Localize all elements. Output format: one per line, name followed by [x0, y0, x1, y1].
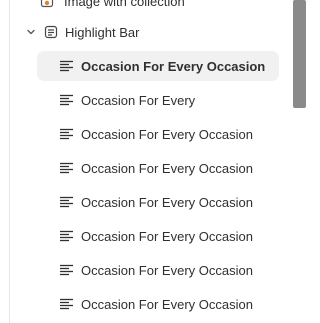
text-icon	[59, 298, 74, 310]
tree-item-text-block[interactable]: Occasion For Every Occasion	[37, 289, 279, 319]
text-icon	[59, 230, 74, 242]
scrollbar-track[interactable]	[292, 0, 307, 323]
tree-item-label: Occasion For Every Occasion	[81, 160, 253, 176]
tree-item-text-block[interactable]: Occasion For Every Occasion	[37, 255, 279, 285]
scrollbar-thumb[interactable]	[293, 0, 306, 108]
tree-item-text-block[interactable]: Occasion For Every	[37, 85, 279, 115]
tree-item-label: Occasion For Every Occasion	[81, 296, 253, 312]
tree-item-image-with-collection[interactable]: Image with collection	[40, 0, 185, 13]
text-icon	[59, 60, 74, 72]
tree-item-label: Occasion For Every Occasion	[81, 194, 253, 210]
tree-item-text-block[interactable]: Occasion For Every Occasion	[37, 51, 279, 81]
text-icon	[59, 196, 74, 208]
tree-item-text-block[interactable]: Occasion For Every Occasion	[37, 187, 279, 217]
text-icon	[59, 162, 74, 174]
text-icon	[59, 94, 74, 106]
sections-tree-panel: Image with collection Highlight Bar Occa…	[0, 0, 307, 323]
tree-item-label: Occasion For Every Occasion	[81, 262, 253, 278]
tree-item-label: Image with collection	[64, 0, 185, 9]
panel-divider	[9, 0, 10, 323]
image-collection-icon	[40, 0, 54, 8]
text-icon	[59, 264, 74, 276]
tree-item-text-block[interactable]: Occasion For Every Occasion	[37, 119, 279, 149]
tree-item-text-block[interactable]: Occasion For Every Occasion	[37, 221, 279, 251]
tree-item-label: Occasion For Every Occasion	[81, 126, 253, 142]
tree-item-text-block[interactable]: Occasion For Every Occasion	[37, 153, 279, 183]
tree-item-label: Occasion For Every Occasion	[81, 58, 266, 74]
section-label: Highlight Bar	[65, 24, 140, 40]
section-icon	[44, 25, 58, 39]
text-icon	[59, 128, 74, 140]
tree-item-label: Occasion For Every Occasion	[81, 228, 253, 244]
tree-item-label: Occasion For Every	[81, 92, 196, 108]
section-highlight-bar[interactable]: Highlight Bar	[24, 17, 139, 47]
chevron-down-icon[interactable]	[24, 25, 38, 39]
